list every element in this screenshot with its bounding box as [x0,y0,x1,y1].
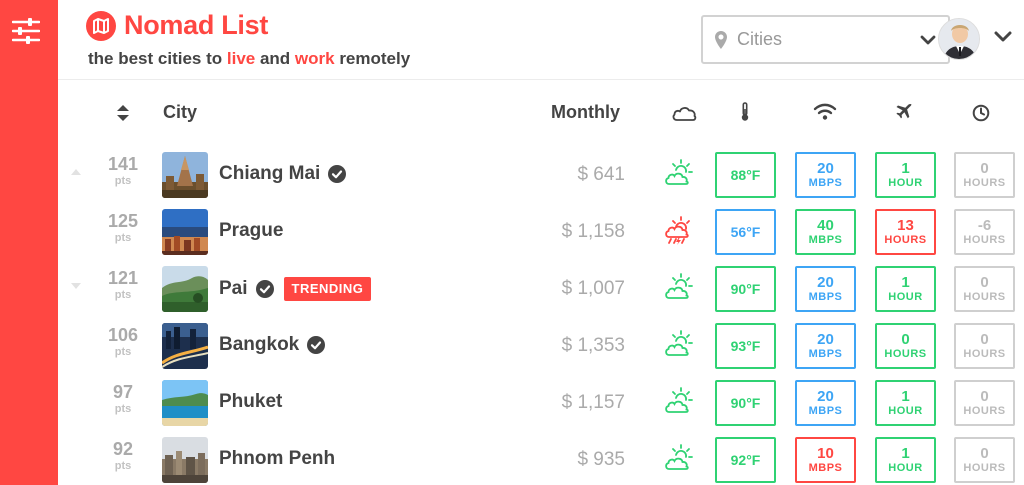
table-row[interactable]: 125 pts Prague $ 1,158 56°F 40 MBPS 13 H… [58,209,1024,266]
city-thumbnail[interactable] [162,380,208,426]
city-thumbnail[interactable] [162,437,208,483]
city-thumbnail[interactable] [162,209,208,255]
points: 106 pts [107,325,139,358]
logo[interactable]: Nomad List [86,10,268,41]
airplane-icon[interactable] [895,103,913,121]
table-row[interactable]: 106 pts Bangkok $ 1,353 93°F 20 MBPS 0 H… [58,323,1024,380]
temperature-badge[interactable]: 90°F [715,266,776,312]
temperature-badge[interactable]: 56°F [715,209,776,255]
city-name[interactable]: Pai TRENDING [219,277,372,301]
monthly-cost: $ 1,007 [561,278,625,299]
tagline: the best cities to live and work remotel… [88,49,411,68]
city-thumbnail[interactable] [162,266,208,312]
cloud-icon[interactable] [671,104,697,122]
wifi-icon[interactable] [813,103,837,121]
flight-time-badge[interactable]: 1 HOUR [875,152,936,198]
city-thumbnail[interactable] [162,323,208,369]
points: 125 pts [107,211,139,244]
column-header-monthly[interactable]: Monthly [551,102,620,123]
trending-badge: TRENDING [283,277,372,301]
points: 92 pts [112,439,134,472]
temperature-badge[interactable]: 88°F [715,152,776,198]
map-logo-icon [86,10,116,41]
verified-check-icon [328,165,347,183]
user-avatar[interactable] [938,18,980,60]
flight-time-badge[interactable]: 1 HOUR [875,437,936,483]
flight-time-badge[interactable]: 1 HOUR [875,380,936,426]
table-row[interactable]: 92 pts Phnom Penh $ 935 92°F 10 MBPS 1 HOU… [58,437,1024,485]
temperature-badge[interactable]: 90°F [715,380,776,426]
city-name[interactable]: Chiang Mai [219,163,347,185]
city-search-dropdown[interactable]: Cities [701,15,950,64]
temperature-badge[interactable]: 92°F [715,437,776,483]
monthly-cost: $ 1,353 [561,335,625,356]
monthly-cost: $ 935 [577,449,625,470]
sun-behind-cloud-icon [665,387,693,413]
city-name[interactable]: Prague [219,220,283,242]
monthly-cost: $ 1,158 [561,221,625,242]
trend-up-icon [71,169,81,175]
internet-speed-badge[interactable]: 20 MBPS [795,266,856,312]
timezone-badge[interactable]: 0 HOURS [954,380,1015,426]
sun-behind-cloud-icon [665,159,693,185]
clock-icon[interactable] [972,104,990,122]
timezone-badge[interactable]: -6 HOURS [954,209,1015,255]
city-thumbnail[interactable] [162,152,208,198]
location-pin-icon [715,30,727,49]
table-row[interactable]: 121 pts Pai TRENDING $ 1,007 90°F 20 MBPS [58,266,1024,323]
temperature-badge[interactable]: 93°F [715,323,776,369]
table-row[interactable]: 97 pts Phuket $ 1,157 90°F 20 MBPS 1 HOUR … [58,380,1024,437]
timezone-badge[interactable]: 0 HOURS [954,266,1015,312]
points: 121 pts [107,268,139,301]
app-name: Nomad List [124,10,269,40]
sidebar [0,0,58,485]
thermometer-icon[interactable] [740,102,750,122]
internet-speed-badge[interactable]: 40 MBPS [795,209,856,255]
city-search-value: Cities [737,29,783,49]
points: 141 pts [107,154,139,187]
header: Nomad List the best cities to live and w… [58,0,1024,80]
filter-sliders-icon[interactable] [12,18,40,44]
sun-behind-cloud-icon [665,330,693,356]
account-chevron-down-icon[interactable] [994,31,1012,43]
flight-time-badge[interactable]: 1 HOUR [875,266,936,312]
city-name[interactable]: Bangkok [219,334,326,356]
city-name[interactable]: Phuket [219,391,282,413]
internet-speed-badge[interactable]: 10 MBPS [795,437,856,483]
verified-check-icon [255,280,274,298]
monthly-cost: $ 641 [577,164,625,185]
monthly-cost: $ 1,157 [561,392,625,413]
table-row[interactable]: 141 pts Chiang Mai $ 641 88°F 20 MBPS 1 … [58,152,1024,209]
internet-speed-badge[interactable]: 20 MBPS [795,380,856,426]
timezone-badge[interactable]: 0 HOURS [954,323,1015,369]
rain-thunder-icon [665,216,690,245]
sun-behind-cloud-icon [665,273,693,299]
trend-down-icon [71,283,81,289]
internet-speed-badge[interactable]: 20 MBPS [795,152,856,198]
points: 97 pts [112,382,134,415]
verified-check-icon [307,336,326,354]
city-name[interactable]: Phnom Penh [219,448,335,470]
chevron-down-icon [920,35,936,44]
timezone-badge[interactable]: 0 HOURS [954,437,1015,483]
sun-behind-cloud-icon [665,444,693,470]
flight-time-badge[interactable]: 13 HOURS [875,209,936,255]
sort-icon[interactable] [116,104,130,122]
internet-speed-badge[interactable]: 20 MBPS [795,323,856,369]
column-header-city[interactable]: City [163,102,197,123]
timezone-badge[interactable]: 0 HOURS [954,152,1015,198]
flight-time-badge[interactable]: 0 HOURS [875,323,936,369]
